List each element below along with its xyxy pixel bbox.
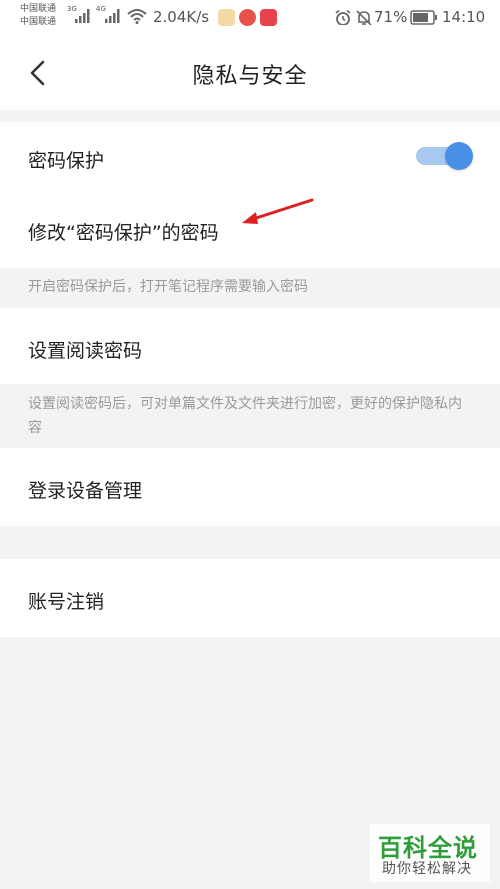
- password-protect-toggle[interactable]: [416, 141, 473, 170]
- change-password-label: 修改“密码保护”的密码: [28, 222, 219, 244]
- clock: 14:10: [442, 8, 486, 26]
- signal-icon: [75, 9, 90, 23]
- mute-bell-icon: [356, 10, 372, 25]
- reading-password-hint: 设置阅读密码后，可对单篇文件及文件夹进行加密，更好的保护隐私内容: [28, 396, 462, 436]
- device-manage-label: 登录设备管理: [28, 480, 143, 502]
- toggle-thumb: [445, 142, 473, 170]
- status-bar: 中国联通 中国联通 3G 4G 2.04K/s 71% 14:10: [0, 0, 500, 36]
- reading-password-label: 设置阅读密码: [28, 340, 143, 362]
- carrier-labels: 中国联通 中国联通: [20, 3, 56, 29]
- battery-icon: [410, 10, 437, 25]
- page-title: 隐私与安全: [192, 64, 308, 89]
- carrier-bottom: 中国联通: [20, 17, 57, 27]
- app-notification-icon: [260, 9, 277, 26]
- password-protect-label: 密码保护: [28, 150, 105, 172]
- app-notification-icon: [239, 9, 256, 26]
- account-cancel-card: 账号注销: [0, 559, 500, 637]
- signal-icon: [105, 9, 120, 23]
- password-protect-hint: 开启密码保护后，打开笔记程序需要输入密码: [28, 279, 308, 295]
- reading-password-row[interactable]: 设置阅读密码: [0, 308, 500, 384]
- alarm-icon: [335, 9, 351, 25]
- account-cancel-row[interactable]: 账号注销: [0, 559, 500, 637]
- watermark: 百科全说 助你轻松解决: [370, 824, 490, 882]
- account-cancel-label: 账号注销: [28, 591, 105, 613]
- annotation-arrow-icon: [242, 198, 314, 224]
- app-notification-icon: [218, 9, 235, 26]
- wifi-icon: [127, 9, 147, 24]
- header-bar: 隐私与安全: [0, 36, 500, 110]
- watermark-sub: 助你轻松解决: [382, 861, 472, 877]
- network-speed: 2.04K/s: [153, 8, 210, 26]
- carrier-top: 中国联通: [20, 4, 57, 14]
- device-manage-card: 登录设备管理: [0, 448, 500, 526]
- battery-percent: 71%: [374, 8, 408, 26]
- reading-password-card: 设置阅读密码: [0, 308, 500, 384]
- device-manage-row[interactable]: 登录设备管理: [0, 448, 500, 526]
